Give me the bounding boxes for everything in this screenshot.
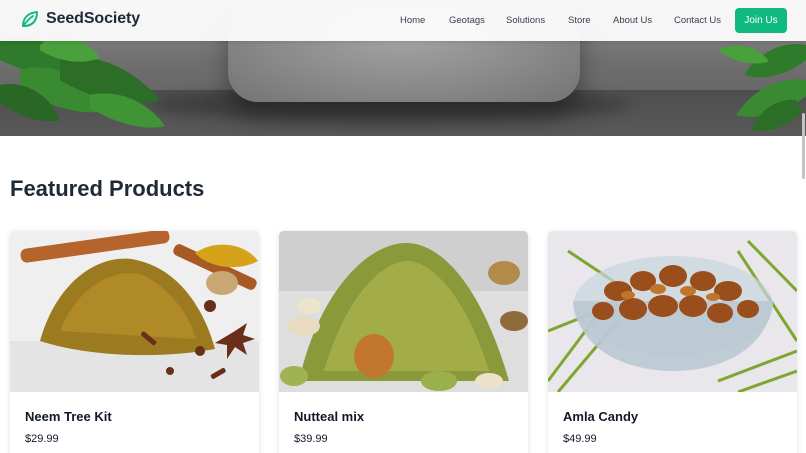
nav-link-about-us[interactable]: About Us xyxy=(613,15,652,26)
product-image-amla-candy[interactable] xyxy=(548,231,797,392)
product-card[interactable]: Neem Tree Kit $29.99 xyxy=(10,231,259,453)
brand-logo[interactable]: SeedSociety xyxy=(20,9,140,29)
join-us-button[interactable]: Join Us xyxy=(735,8,787,33)
product-image-nut-mix[interactable] xyxy=(279,231,528,392)
nav-link-geotags[interactable]: Geotags xyxy=(449,15,485,26)
nav-link-home[interactable]: Home xyxy=(400,15,425,26)
page-scrollbar-thumb[interactable] xyxy=(802,113,805,179)
nav-link-store[interactable]: Store xyxy=(568,15,591,26)
product-card[interactable]: Nutteal mix $39.99 xyxy=(279,231,528,453)
section-title: Featured Products xyxy=(10,176,205,201)
nav-link-solutions[interactable]: Solutions xyxy=(506,15,545,26)
product-name[interactable]: Neem Tree Kit xyxy=(25,409,112,424)
product-name[interactable]: Amla Candy xyxy=(563,409,638,424)
top-navbar: SeedSociety Home Geotags Solutions Store… xyxy=(0,0,806,41)
brand-name: SeedSociety xyxy=(46,10,141,27)
product-name[interactable]: Nutteal mix xyxy=(294,409,364,424)
product-image-spice[interactable] xyxy=(10,231,259,392)
nav-link-contact-us[interactable]: Contact Us xyxy=(674,15,721,26)
product-price: $29.99 xyxy=(25,433,59,445)
product-card[interactable]: Amla Candy $49.99 xyxy=(548,231,797,453)
leaf-icon xyxy=(22,11,38,27)
product-price: $49.99 xyxy=(563,433,597,445)
product-price: $39.99 xyxy=(294,433,328,445)
